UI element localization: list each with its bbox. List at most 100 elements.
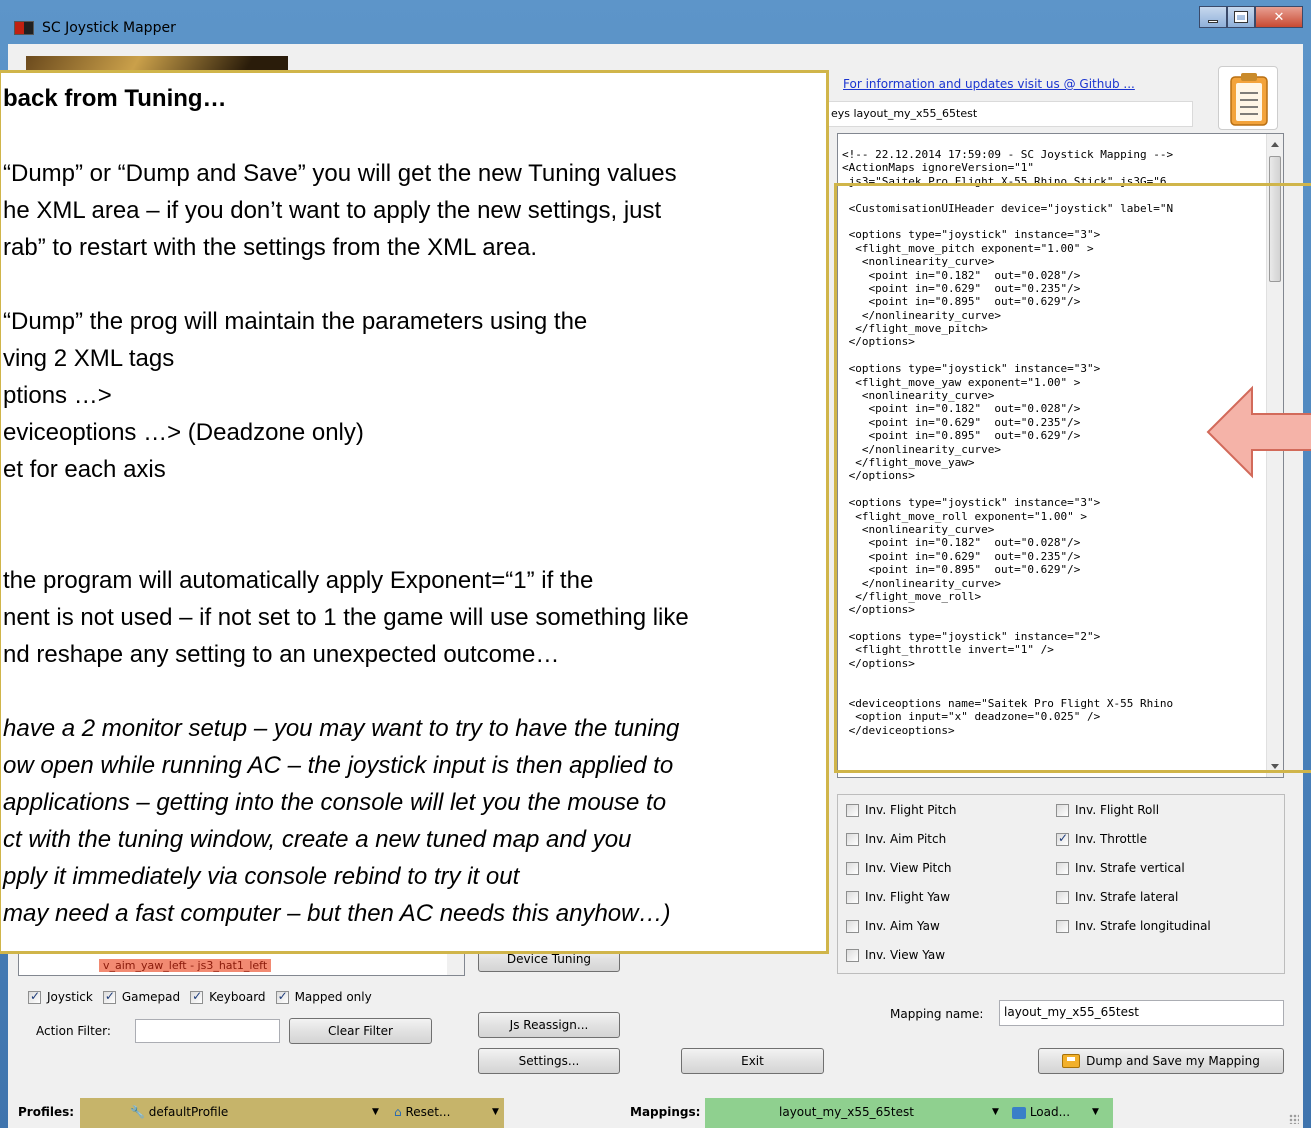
home-icon: ⌂ xyxy=(394,1105,402,1119)
xml-line: <options type="joystick" instance="3"> xyxy=(842,228,1101,242)
xml-line: js3="Saitek Pro Flight X-55 Rhino Stick"… xyxy=(842,174,1167,188)
exit-button[interactable]: Exit xyxy=(681,1048,824,1074)
resize-grip[interactable] xyxy=(1289,1114,1299,1124)
checkbox-label: Joystick xyxy=(47,990,93,1004)
callout-line: nent is not used – if not set to 1 the g… xyxy=(3,604,689,631)
close-button[interactable]: ✕ xyxy=(1255,6,1303,28)
callout-line: “Dump” or “Dump and Save” you will get t… xyxy=(3,160,677,187)
checkbox-box[interactable] xyxy=(1056,803,1069,817)
clear-filter-button[interactable]: Clear Filter xyxy=(289,1018,432,1044)
xml-line: <deviceoptions name="Saitek Pro Flight X… xyxy=(842,697,1174,711)
xml-line: <point in="0.629" out="0.235"/> xyxy=(842,281,1081,295)
checkbox-box[interactable] xyxy=(1056,861,1069,875)
invert-checkbox-left-0[interactable]: Inv. Flight Pitch xyxy=(846,803,956,817)
xml-line: <ActionMaps ignoreVersion="1" xyxy=(842,161,1035,175)
checkbox-box[interactable] xyxy=(28,989,41,1004)
checkbox-box[interactable] xyxy=(102,989,116,1004)
xml-line: <nonlinearity_curve> xyxy=(842,522,995,536)
github-link[interactable]: For information and updates visit us @ G… xyxy=(843,77,1135,91)
xml-content[interactable]: <!-- 22.12.2014 17:59:09 - SC Joystick M… xyxy=(842,148,1262,737)
checkbox-box[interactable] xyxy=(1056,831,1069,846)
callout-line: “Dump” the prog will maintain the parame… xyxy=(3,308,588,335)
checkbox-box[interactable] xyxy=(846,832,859,846)
reset-chevron-down-icon[interactable]: ▼ xyxy=(492,1107,499,1117)
invert-checkbox-left-4[interactable]: Inv. Aim Yaw xyxy=(846,919,940,933)
app-icon xyxy=(14,21,34,35)
xml-line: <options type="joystick" instance="3"> xyxy=(842,362,1101,376)
filter-checkbox-3[interactable]: Mapped only xyxy=(275,989,372,1004)
clipboard-icon xyxy=(1230,73,1268,126)
checkbox-label: Gamepad xyxy=(121,990,181,1004)
tuning-help-callout: back from Tuning… “Dump” or “Dump and Sav… xyxy=(0,70,829,954)
xml-line: <point in="0.895" out="0.629"/> xyxy=(842,429,1081,443)
checkbox-box[interactable] xyxy=(846,890,859,904)
reset-button[interactable]: ⌂ Reset... xyxy=(394,1105,450,1119)
dump-save-label: Dump and Save my Mapping xyxy=(1086,1054,1260,1068)
checkbox-box[interactable] xyxy=(1056,919,1069,933)
invert-checkbox-left-2[interactable]: Inv. View Pitch xyxy=(846,861,951,875)
checkbox-box[interactable] xyxy=(846,948,859,962)
callout-line: the program will automatically apply Exp… xyxy=(3,567,594,594)
invert-checkbox-left-3[interactable]: Inv. Flight Yaw xyxy=(846,890,950,904)
clipboard-button[interactable] xyxy=(1218,66,1278,130)
mapping-name-input[interactable]: layout_my_x55_65test xyxy=(999,1000,1284,1026)
invert-checkbox-right-0[interactable]: Inv. Flight Roll xyxy=(1056,803,1159,817)
callout-line: eviceoptions …> (Deadzone only) xyxy=(3,419,364,446)
xml-line: <point in="0.182" out="0.028"/> xyxy=(842,536,1081,550)
invert-checkbox-right-2[interactable]: Inv. Strafe vertical xyxy=(1056,861,1185,875)
xml-path-field[interactable]: eys layout_my_x55_65test xyxy=(828,101,1193,127)
profile-chevron-down-icon[interactable]: ▼ xyxy=(372,1107,379,1117)
load-chevron-down-icon[interactable]: ▼ xyxy=(1092,1107,1099,1117)
minimize-button[interactable] xyxy=(1199,6,1227,28)
filter-checkbox-0[interactable]: Joystick xyxy=(28,989,93,1004)
mappings-label: Mappings: xyxy=(630,1105,701,1119)
action-filter-input[interactable] xyxy=(135,1019,280,1043)
callout-line: ptions …> xyxy=(3,382,112,409)
checkbox-box[interactable] xyxy=(846,803,859,817)
xml-line: <point in="0.629" out="0.235"/> xyxy=(842,549,1081,563)
invert-checkbox-left-1[interactable]: Inv. Aim Pitch xyxy=(846,832,946,846)
checkbox-label: Inv. Strafe lateral xyxy=(1075,890,1179,904)
settings-button[interactable]: Settings... xyxy=(478,1048,620,1074)
scroll-up-icon[interactable] xyxy=(1271,142,1279,147)
xml-line: <option input="x" deadzone="0.025" /> xyxy=(842,710,1101,724)
reset-label: Reset... xyxy=(405,1105,451,1119)
checkbox-box[interactable] xyxy=(190,989,204,1004)
checkbox-label: Inv. Flight Roll xyxy=(1075,803,1160,817)
invert-checkbox-right-4[interactable]: Inv. Strafe longitudinal xyxy=(1056,919,1211,933)
checkbox-label: Inv. Flight Yaw xyxy=(865,890,951,904)
invert-checkbox-left-5[interactable]: Inv. View Yaw xyxy=(846,948,945,962)
checkbox-box[interactable] xyxy=(275,989,289,1004)
maximize-button[interactable] xyxy=(1227,6,1255,28)
xml-line: <point in="0.182" out="0.028"/> xyxy=(842,402,1081,416)
xml-line: <point in="0.629" out="0.235"/> xyxy=(842,415,1081,429)
title-bar[interactable]: SC Joystick Mapper ✕ xyxy=(0,0,1311,44)
js-reassign-button[interactable]: Js Reassign... xyxy=(478,1012,620,1038)
checkbox-label: Inv. View Yaw xyxy=(865,948,946,962)
filter-checkbox-2[interactable]: Keyboard xyxy=(190,989,266,1004)
xml-line: <flight_move_roll exponent="1.00" > xyxy=(842,509,1088,523)
mapping-dropdown[interactable]: layout_my_x55_65test xyxy=(779,1105,914,1119)
checkbox-label: Mapped only xyxy=(294,990,372,1004)
checkbox-box[interactable] xyxy=(846,919,859,933)
scroll-thumb[interactable] xyxy=(1269,156,1281,282)
invert-checkbox-right-3[interactable]: Inv. Strafe lateral xyxy=(1056,890,1178,904)
tree-selected-row[interactable]: v_aim_yaw_left - js3_hat1_left xyxy=(99,959,272,972)
xml-line: <flight_move_pitch exponent="1.00" > xyxy=(842,241,1094,255)
save-icon xyxy=(1062,1054,1081,1068)
checkbox-box[interactable] xyxy=(846,861,859,875)
minimize-icon xyxy=(1208,19,1218,23)
load-button[interactable]: Load... xyxy=(1012,1105,1070,1119)
xml-line xyxy=(842,670,1262,683)
invert-checkbox-right-1[interactable]: Inv. Throttle xyxy=(1056,831,1147,846)
xml-line: <nonlinearity_curve> xyxy=(842,389,995,403)
filter-checkbox-1[interactable]: Gamepad xyxy=(102,989,181,1004)
mapping-chevron-down-icon[interactable]: ▼ xyxy=(992,1107,999,1117)
callout-line: ct with the tuning window, create a new … xyxy=(3,826,632,853)
checkbox-box[interactable] xyxy=(1056,890,1069,904)
profile-dropdown[interactable]: 🔧 defaultProfile xyxy=(130,1105,228,1119)
xml-line xyxy=(842,684,1262,697)
dump-save-button[interactable]: Dump and Save my Mapping xyxy=(1038,1048,1284,1074)
xml-line: </flight_move_yaw> xyxy=(842,455,975,469)
scroll-down-icon[interactable] xyxy=(1271,764,1279,769)
